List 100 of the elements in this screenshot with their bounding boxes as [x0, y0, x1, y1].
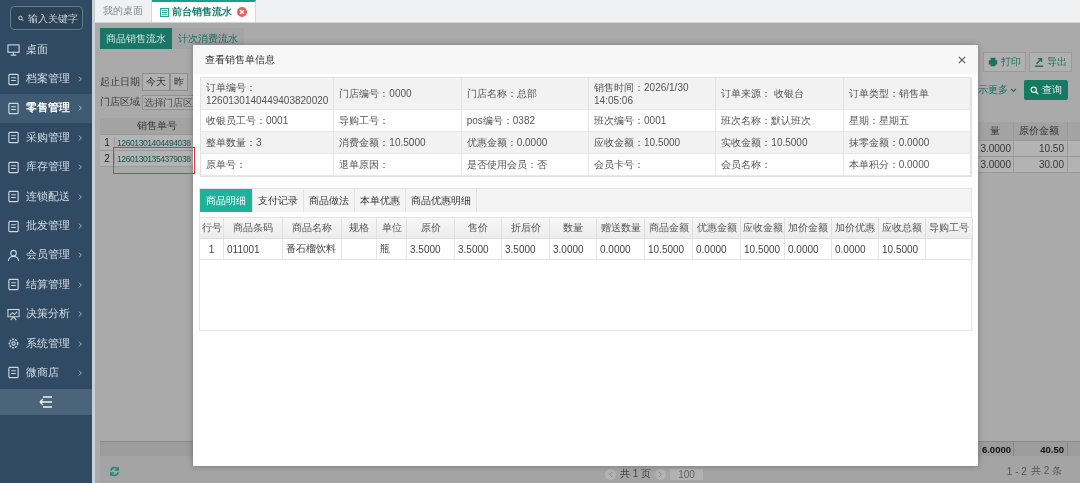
info-field: 订单来源： 收银台 [716, 78, 844, 110]
menu-item[interactable]: 批发管理 [0, 211, 92, 241]
detail-tab[interactable]: 商品做法 [304, 189, 355, 212]
table-cell: 011001 [224, 239, 283, 260]
info-field: 消费金额：10.5000 [334, 132, 462, 154]
info-field: 会员名称： [716, 154, 844, 176]
menu-item[interactable]: 会员管理 [0, 240, 92, 271]
order-link[interactable]: 12601301354379038 [117, 153, 191, 164]
detail-tab[interactable]: 商品优惠明细 [406, 189, 477, 212]
menu-item[interactable]: 连锁配送 [0, 181, 92, 212]
info-field: 是否使用会员：否 [461, 154, 589, 176]
table-header-cell: 折后价 [502, 218, 550, 239]
detail-tab[interactable]: 支付记录 [253, 189, 304, 212]
detail-tab[interactable]: 本单优惠 [355, 189, 406, 212]
table-header-cell-text: 销售单号 [136, 119, 178, 133]
table-header-cell: 原价金额 [1014, 122, 1068, 140]
table-cell: 30.00 [1014, 157, 1068, 172]
settings-icon [7, 337, 20, 351]
table-cell: 1 [200, 239, 224, 260]
refresh-icon[interactable] [109, 465, 120, 477]
info-field: 整单数量：3 [201, 132, 335, 154]
table-cell: 0.0000 [832, 239, 879, 260]
table-header-cell: 原价 [407, 218, 455, 239]
table-cell: 0.0000 [693, 239, 741, 260]
record-range: 1 - 2 [1006, 465, 1027, 477]
table-header-cell: 商品金额 [645, 218, 693, 239]
info-field: 原单号： [201, 154, 335, 176]
menu-item[interactable]: 零售管理 [0, 93, 92, 124]
order-link[interactable]: 12601301404494038 [117, 137, 191, 148]
date-label: 起止日期 [100, 75, 140, 89]
chevron-left-icon [608, 470, 614, 478]
menu-item[interactable]: 微商店 [0, 358, 92, 388]
menu-item[interactable]: 系统管理 [0, 328, 92, 359]
menu-item[interactable]: 库存管理 [0, 152, 92, 182]
table-cell: 3.5000 [502, 239, 550, 260]
close-icon[interactable] [237, 7, 247, 17]
menu-item[interactable]: 档案管理 [0, 64, 92, 94]
chevron-right-icon [658, 470, 664, 478]
collapse-menu-icon [39, 395, 53, 408]
table-header-cell: 售价 [455, 218, 502, 239]
info-field: 订单类型：销售单 [843, 78, 971, 110]
table-header-cell: 行号 [200, 218, 224, 239]
table-cell: 0.0000 [785, 239, 832, 260]
menu-item[interactable]: 采购管理 [0, 123, 92, 153]
table-cell: 3.5000 [455, 239, 502, 260]
menu-item[interactable]: 桌面 [0, 35, 92, 65]
table-header-cell: 商品条码 [224, 218, 283, 239]
table-cell: 瓶 [377, 239, 407, 260]
info-field: 抹零金额：0.0000 [843, 132, 971, 154]
record-total: 共 2 条 [1030, 464, 1062, 478]
table-cell: 10.5000 [645, 239, 693, 260]
person-icon [7, 248, 20, 262]
dialog-title: 查看销售单信息 [205, 52, 275, 67]
info-field: 本单积分：0.0000 [843, 154, 971, 176]
date-button[interactable]: 今天 [142, 73, 170, 91]
table-cell: 3.5000 [407, 239, 455, 260]
export-icon [1034, 57, 1044, 67]
table-cell: 番石榴饮料 [283, 239, 342, 260]
table-cell: 10.5000 [879, 239, 926, 260]
page-icon [160, 7, 169, 17]
info-field: 销售时间：2026/1/30 14:05:06 [589, 78, 717, 110]
info-field: 会员卡号： [589, 154, 717, 176]
table-cell: 10.5000 [741, 239, 785, 260]
search-icon [1030, 85, 1039, 95]
table-header-cell: 应收金额 [741, 218, 785, 239]
info-field: 优惠金额：0.0000 [461, 132, 589, 154]
chart-icon [7, 307, 20, 321]
query-button[interactable]: 查询 [1024, 80, 1068, 100]
monitor-icon [7, 43, 20, 57]
table-header-cell: 商品名称 [283, 218, 342, 239]
table-header-cell: 数量 [550, 218, 597, 239]
page-count: 共 1 页 [620, 467, 652, 481]
collapse-button[interactable] [0, 388, 92, 415]
table-header-cell: 优惠金额 [693, 218, 741, 239]
info-field: 订单编号：1260130140449403820020 [201, 78, 335, 110]
search-input[interactable]: 输入关键字 [28, 12, 82, 24]
region-field[interactable]: 选择门店区 [142, 94, 196, 110]
info-field: 门店编号：0000 [334, 78, 462, 110]
table-header-cell: 加价优惠 [832, 218, 879, 239]
info-field: 退单原因： [334, 154, 462, 176]
row-number: 2 [100, 153, 115, 164]
table-header-cell: 规格 [342, 218, 377, 239]
sub-tab[interactable]: 商品销售流水 [100, 28, 172, 49]
date-button[interactable]: 昨 [170, 73, 188, 91]
table-header-cell: 赠送数量 [597, 218, 645, 239]
document-icon [7, 72, 20, 86]
table-cell [342, 239, 377, 260]
table-cell: 10.50 [1014, 141, 1068, 156]
close-icon [958, 55, 966, 64]
info-field: 应收金额：10.5000 [589, 132, 717, 154]
row-number: 1 [100, 137, 115, 148]
page-tab[interactable]: 前台销售流水 [152, 0, 256, 22]
region-label: 门店区域 [100, 95, 140, 109]
table-header-cell: 导购工号 [926, 218, 973, 239]
search-field[interactable]: 输入关键字 [10, 6, 83, 30]
info-field: 实收金额：10.5000 [716, 132, 844, 154]
table-cell: 0.0000 [597, 239, 645, 260]
table-header-cell: 应收总额 [879, 218, 926, 239]
menu-item[interactable]: 结算管理 [0, 270, 92, 300]
menu-item[interactable]: 决策分析 [0, 299, 92, 329]
